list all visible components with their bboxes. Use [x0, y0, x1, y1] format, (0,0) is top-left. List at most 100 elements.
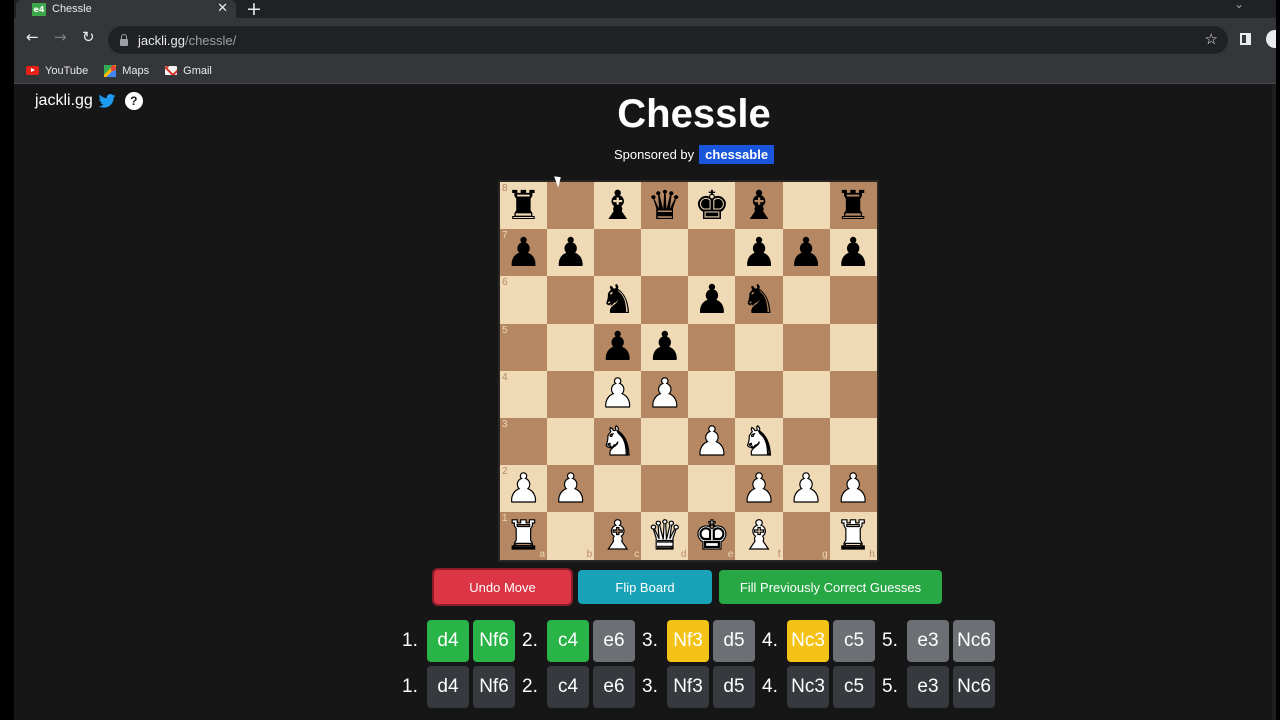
square-c6[interactable]: ♞: [594, 276, 642, 324]
square-b4[interactable]: [547, 370, 595, 418]
white-rook-icon[interactable]: ♜: [505, 515, 542, 556]
square-e1[interactable]: e ♚: [688, 512, 736, 560]
move-input-cell[interactable]: d4: [427, 666, 469, 708]
square-h3[interactable]: [829, 417, 877, 466]
square-a5[interactable]: 5: [500, 323, 548, 371]
chevron-down-icon[interactable]: ⌄: [1234, 0, 1244, 11]
square-g3[interactable]: [782, 417, 830, 466]
black-pawn-icon[interactable]: ♟: [694, 280, 730, 320]
square-f6[interactable]: ♞: [735, 276, 783, 324]
square-h7[interactable]: ♟: [829, 229, 877, 277]
white-king-icon[interactable]: ♚: [693, 515, 730, 556]
black-rook-icon[interactable]: ♜: [506, 186, 542, 226]
square-f3[interactable]: ♞: [735, 417, 783, 466]
white-pawn-icon[interactable]: ♟: [599, 374, 636, 415]
square-c8[interactable]: ♝: [594, 182, 642, 230]
reload-icon[interactable]: ↻: [82, 28, 95, 46]
square-d3[interactable]: [641, 417, 689, 466]
white-pawn-icon[interactable]: ♟: [552, 468, 589, 509]
square-b6[interactable]: [547, 276, 595, 324]
square-c3[interactable]: ♞: [594, 417, 642, 466]
square-h2[interactable]: ♟: [829, 465, 877, 513]
square-b3[interactable]: [547, 417, 595, 466]
square-h6[interactable]: [829, 276, 877, 324]
white-pawn-icon[interactable]: ♟: [740, 468, 777, 509]
square-d4[interactable]: ♟: [641, 370, 689, 418]
square-c5[interactable]: ♟: [594, 323, 642, 371]
square-g8[interactable]: [782, 182, 830, 230]
profile-avatar[interactable]: [1266, 30, 1276, 48]
move-input-cell[interactable]: c5: [833, 666, 875, 708]
address-bar[interactable]: jackli.gg/chessle/ ☆: [108, 26, 1228, 54]
square-d8[interactable]: ♛: [641, 182, 689, 230]
square-b8[interactable]: [547, 182, 595, 230]
square-a3[interactable]: 3: [500, 417, 548, 466]
undo-move-button[interactable]: Undo Move: [434, 570, 571, 604]
square-e3[interactable]: ♟: [688, 417, 736, 466]
bookmark-maps[interactable]: Maps: [104, 64, 149, 77]
black-pawn-icon[interactable]: ♟: [647, 327, 683, 367]
black-knight-icon[interactable]: ♞: [600, 280, 636, 320]
bookmark-youtube[interactable]: YouTube: [26, 65, 88, 77]
square-c1[interactable]: c ♝: [594, 512, 642, 560]
black-pawn-icon[interactable]: ♟: [553, 233, 589, 273]
square-g4[interactable]: [782, 370, 830, 418]
black-queen-icon[interactable]: ♛: [647, 186, 683, 226]
white-pawn-icon[interactable]: ♟: [835, 468, 872, 509]
white-knight-icon[interactable]: ♞: [599, 421, 636, 462]
chessable-logo[interactable]: chessable: [699, 145, 775, 164]
black-pawn-icon[interactable]: ♟: [788, 233, 824, 273]
square-f5[interactable]: [735, 323, 783, 371]
square-f8[interactable]: ♝: [735, 182, 783, 230]
move-input-cell[interactable]: Nf6: [473, 666, 515, 708]
square-c2[interactable]: [594, 465, 642, 513]
square-b1[interactable]: b: [547, 512, 595, 560]
white-bishop-icon[interactable]: ♝: [740, 515, 777, 556]
move-input-cell[interactable]: c4: [547, 666, 589, 708]
back-icon[interactable]: ←: [26, 28, 39, 46]
square-e2[interactable]: [688, 465, 736, 513]
square-a7[interactable]: 7 ♟: [500, 229, 548, 277]
white-pawn-icon[interactable]: ♟: [505, 468, 542, 509]
page-scrollbar[interactable]: [1272, 85, 1276, 720]
square-c4[interactable]: ♟: [594, 370, 642, 418]
move-input-cell[interactable]: d5: [713, 666, 755, 708]
black-king-icon[interactable]: ♚: [694, 186, 730, 226]
square-e4[interactable]: [688, 370, 736, 418]
black-pawn-icon[interactable]: ♟: [506, 233, 542, 273]
square-f1[interactable]: f ♝: [735, 512, 783, 560]
bookmark-gmail[interactable]: Gmail: [165, 65, 212, 77]
black-rook-icon[interactable]: ♜: [835, 186, 871, 226]
move-input-cell[interactable]: Nf3: [667, 666, 709, 708]
white-knight-icon[interactable]: ♞: [740, 421, 777, 462]
white-queen-icon[interactable]: ♛: [646, 515, 683, 556]
white-pawn-icon[interactable]: ♟: [646, 374, 683, 415]
square-a6[interactable]: 6: [500, 276, 548, 324]
square-f7[interactable]: ♟: [735, 229, 783, 277]
forward-icon[interactable]: →: [54, 28, 67, 46]
square-a4[interactable]: 4: [500, 370, 548, 418]
tab-chessle[interactable]: e4 Chessle ✕: [16, 0, 236, 18]
white-pawn-icon[interactable]: ♟: [788, 468, 825, 509]
move-input-cell[interactable]: e3: [907, 666, 949, 708]
square-g1[interactable]: g: [782, 512, 830, 560]
square-d1[interactable]: d ♛: [641, 512, 689, 560]
square-e8[interactable]: ♚: [688, 182, 736, 230]
square-d2[interactable]: [641, 465, 689, 513]
black-knight-icon[interactable]: ♞: [741, 280, 777, 320]
square-a2[interactable]: 2 ♟: [500, 465, 548, 513]
move-input-cell[interactable]: Nc6: [953, 666, 995, 708]
square-g5[interactable]: [782, 323, 830, 371]
square-a1[interactable]: 1 a ♜: [500, 512, 548, 560]
square-b5[interactable]: [547, 323, 595, 371]
square-g2[interactable]: ♟: [782, 465, 830, 513]
square-e6[interactable]: ♟: [688, 276, 736, 324]
white-bishop-icon[interactable]: ♝: [599, 515, 636, 556]
black-pawn-icon[interactable]: ♟: [741, 233, 777, 273]
square-e7[interactable]: [688, 229, 736, 277]
move-input-cell[interactable]: e6: [593, 666, 635, 708]
black-pawn-icon[interactable]: ♟: [600, 327, 636, 367]
black-pawn-icon[interactable]: ♟: [835, 233, 871, 273]
white-pawn-icon[interactable]: ♟: [693, 421, 730, 462]
square-f2[interactable]: ♟: [735, 465, 783, 513]
